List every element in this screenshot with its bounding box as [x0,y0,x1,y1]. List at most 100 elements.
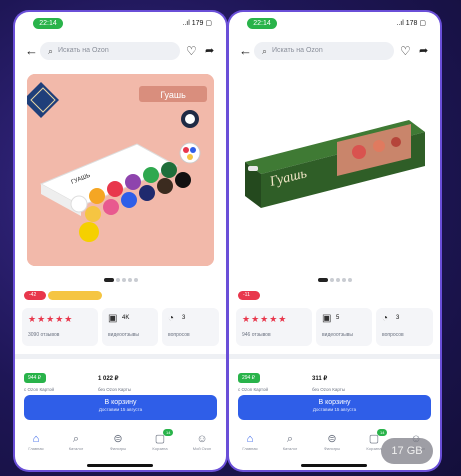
cart-count-badge: 14 [377,429,388,436]
discount-badge: -11 [238,291,260,300]
promo-badges: -11 [238,291,262,301]
tab-filters[interactable]: ⊜ Фильтры [311,432,353,451]
status-bar: 22:14 ..ıl 178 ▢ [237,18,432,30]
back-arrow-icon[interactable]: ← [239,43,252,59]
stats-row: ★★★★★ 3090 отзывов ▣ 4K видеоотзывы ◔ 3 … [22,308,219,348]
tab-label: Главная [242,446,258,451]
add-to-cart-button[interactable]: В корзину Доставим 15 августа [238,395,431,420]
video-reviews-label: видеоотзывы [322,332,354,338]
tab-label: Корзина [152,446,168,451]
pager-dot [103,278,114,282]
divider [15,354,226,359]
top-bar: ← ⌕ Искать на Ozon ♡ ➦ [15,42,226,62]
pager-dot [127,278,132,282]
card-price-note: с Ozon Картой [238,387,269,392]
regular-price-note: без Ozon Карты [98,387,132,392]
regular-price-note: без Ozon Карты [312,387,346,392]
tab-label: Каталог [68,446,84,451]
regular-price: 311 ₽ [312,376,328,382]
search-placeholder: Искать на Ozon [58,47,109,54]
questions-card[interactable]: ◔ 3 вопросов [162,308,219,346]
catalog-icon: ⌕ [72,433,80,445]
home-indicator[interactable] [87,464,153,467]
promo-badges: -42 [24,291,104,301]
search-icon: ⌕ [48,46,54,56]
card-price-note: с Ozon Картой [24,387,55,392]
questions-count: 3 [396,315,400,321]
rating-count: 3090 отзывов [28,332,60,338]
tab-cart[interactable]: ▢ 14 Корзина [139,429,181,451]
status-time: 22:14 [33,18,63,29]
tab-catalog[interactable]: ⌕ Каталог [55,432,97,451]
tab-filters[interactable]: ⊜ Фильтры [97,432,139,451]
stats-row: ★★★★★ 946 отзывов ▣ 5 видеоотзывы ◔ 3 во… [236,308,433,348]
video-review-icon: ▣ [322,313,332,324]
add-to-cart-button[interactable]: В корзину Доставим 15 августа [24,395,217,420]
card-price-badge: 294 ₽ [238,373,260,383]
pager-dot [115,278,120,282]
questions-card[interactable]: ◔ 3 вопросов [376,308,433,346]
search-icon: ⌕ [262,46,268,56]
divider [229,354,440,359]
discount-badge: -42 [24,291,46,300]
status-time: 22:14 [247,18,277,29]
add-to-cart-label: В корзину [318,399,351,406]
tab-label: Главная [28,446,44,451]
rating-card[interactable]: ★★★★★ 946 отзывов [236,308,312,346]
tab-home[interactable]: ⌂ Главная [15,432,57,451]
search-placeholder: Искать на Ozon [272,47,323,54]
tab-label: Фильтры [323,446,341,451]
product-screen-right: 22:14 ..ıl 178 ▢ ← ⌕ Искать на Ozon ♡ ➦ … [229,12,440,470]
video-reviews-count: 5 [336,315,340,321]
pager-dot [341,278,346,282]
video-reviews-card[interactable]: ▣ 5 видеоотзывы [316,308,372,346]
cart-icon: ▢ [154,433,166,445]
tab-profile[interactable]: ☺ Мой Ozon [181,432,223,451]
product-image[interactable]: Гуашь ГУАШЬ [27,74,214,266]
tab-label: Каталог [282,446,298,451]
search-input[interactable]: ⌕ Искать на Ozon [254,42,394,60]
status-bar: 22:14 ..ıl 179 ▢ [23,18,218,30]
image-pager-dots[interactable] [229,278,440,282]
home-icon: ⌂ [32,433,40,445]
tab-label: Фильтры [109,446,127,451]
tab-home[interactable]: ⌂ Главная [229,432,271,451]
rating-stars: ★★★★★ [242,314,288,324]
pager-dot [329,278,334,282]
regular-price: 1 022 ₽ [98,376,119,382]
price-row: 944 ₽ с Ozon Картой 1 022 ₽ без Ozon Кар… [24,373,217,397]
gouache-box-photo: Гуашь [241,74,428,266]
profile-icon: ☺ [196,433,208,445]
share-icon[interactable]: ➦ [205,43,214,59]
favorite-heart-icon[interactable]: ♡ [400,43,411,59]
bottom-tab-bar: ⌂ Главная ⌕ Каталог ⊜ Фильтры ▢ 14 Корзи… [15,429,226,460]
tab-catalog[interactable]: ⌕ Каталог [269,432,311,451]
promo-badge [48,291,102,300]
image-label: Гуашь [160,90,186,100]
product-screen-left: 22:14 ..ıl 179 ▢ ← ⌕ Искать на Ozon ♡ ➦ … [15,12,226,470]
video-reviews-card[interactable]: ▣ 4K видеоотзывы [102,308,158,346]
rating-card[interactable]: ★★★★★ 3090 отзывов [22,308,98,346]
status-icons: ..ıl 179 ▢ [182,20,212,27]
question-bubble-icon: ◔ [168,313,175,324]
favorite-heart-icon[interactable]: ♡ [186,43,197,59]
delivery-date: Доставим 15 августа [312,407,357,412]
video-reviews-count: 4K [122,315,130,321]
storage-indicator: 17 GB [381,438,433,464]
search-input[interactable]: ⌕ Искать на Ozon [40,42,180,60]
price-row: 294 ₽ с Ozon Картой 311 ₽ без Ozon Карты [238,373,431,397]
catalog-icon: ⌕ [286,433,294,445]
home-indicator[interactable] [301,464,367,467]
filter-icon: ⊜ [113,433,123,445]
tab-label: Мой Ozon [192,446,212,451]
share-icon[interactable]: ➦ [419,43,428,59]
delivery-date: Доставим 15 августа [98,407,143,412]
back-arrow-icon[interactable]: ← [25,43,38,59]
pager-dot [317,278,328,282]
questions-label: вопросов [382,332,404,338]
product-image[interactable]: Гуашь [241,74,428,266]
image-pager-dots[interactable] [15,278,226,282]
home-icon: ⌂ [246,433,254,445]
questions-count: 3 [182,315,186,321]
pager-dot [133,278,138,282]
